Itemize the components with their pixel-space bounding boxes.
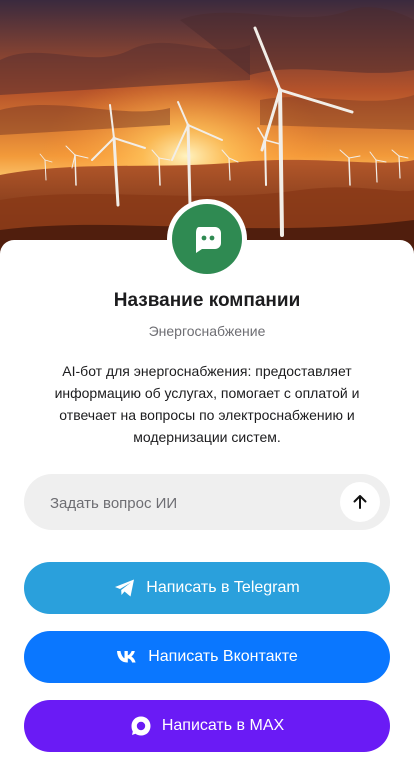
- arrow-up-icon: [353, 495, 367, 509]
- telegram-button[interactable]: Написать в Telegram: [24, 562, 390, 614]
- max-icon: [130, 715, 152, 737]
- max-button-label: Написать в MAX: [161, 717, 285, 734]
- ask-ai-bar: [24, 474, 390, 532]
- send-button[interactable]: [340, 482, 380, 522]
- company-category: Энергоснабжение: [148, 323, 266, 339]
- company-description: AI-бот для энергоснабжения: предоставляе…: [54, 363, 360, 445]
- company-name: Название компании: [113, 290, 301, 311]
- vk-button-label: Написать Вконтакте: [148, 648, 298, 665]
- company-avatar: [167, 199, 247, 279]
- ask-ai-input[interactable]: [48, 474, 352, 532]
- max-button[interactable]: Написать в MAX: [24, 700, 390, 752]
- vk-icon: [116, 650, 138, 664]
- avatar-circle: [172, 204, 242, 274]
- chat-bot-icon: [196, 227, 221, 253]
- telegram-button-label: Написать в Telegram: [146, 579, 300, 596]
- telegram-icon: [114, 578, 136, 598]
- vk-button[interactable]: Написать Вконтакте: [24, 631, 390, 683]
